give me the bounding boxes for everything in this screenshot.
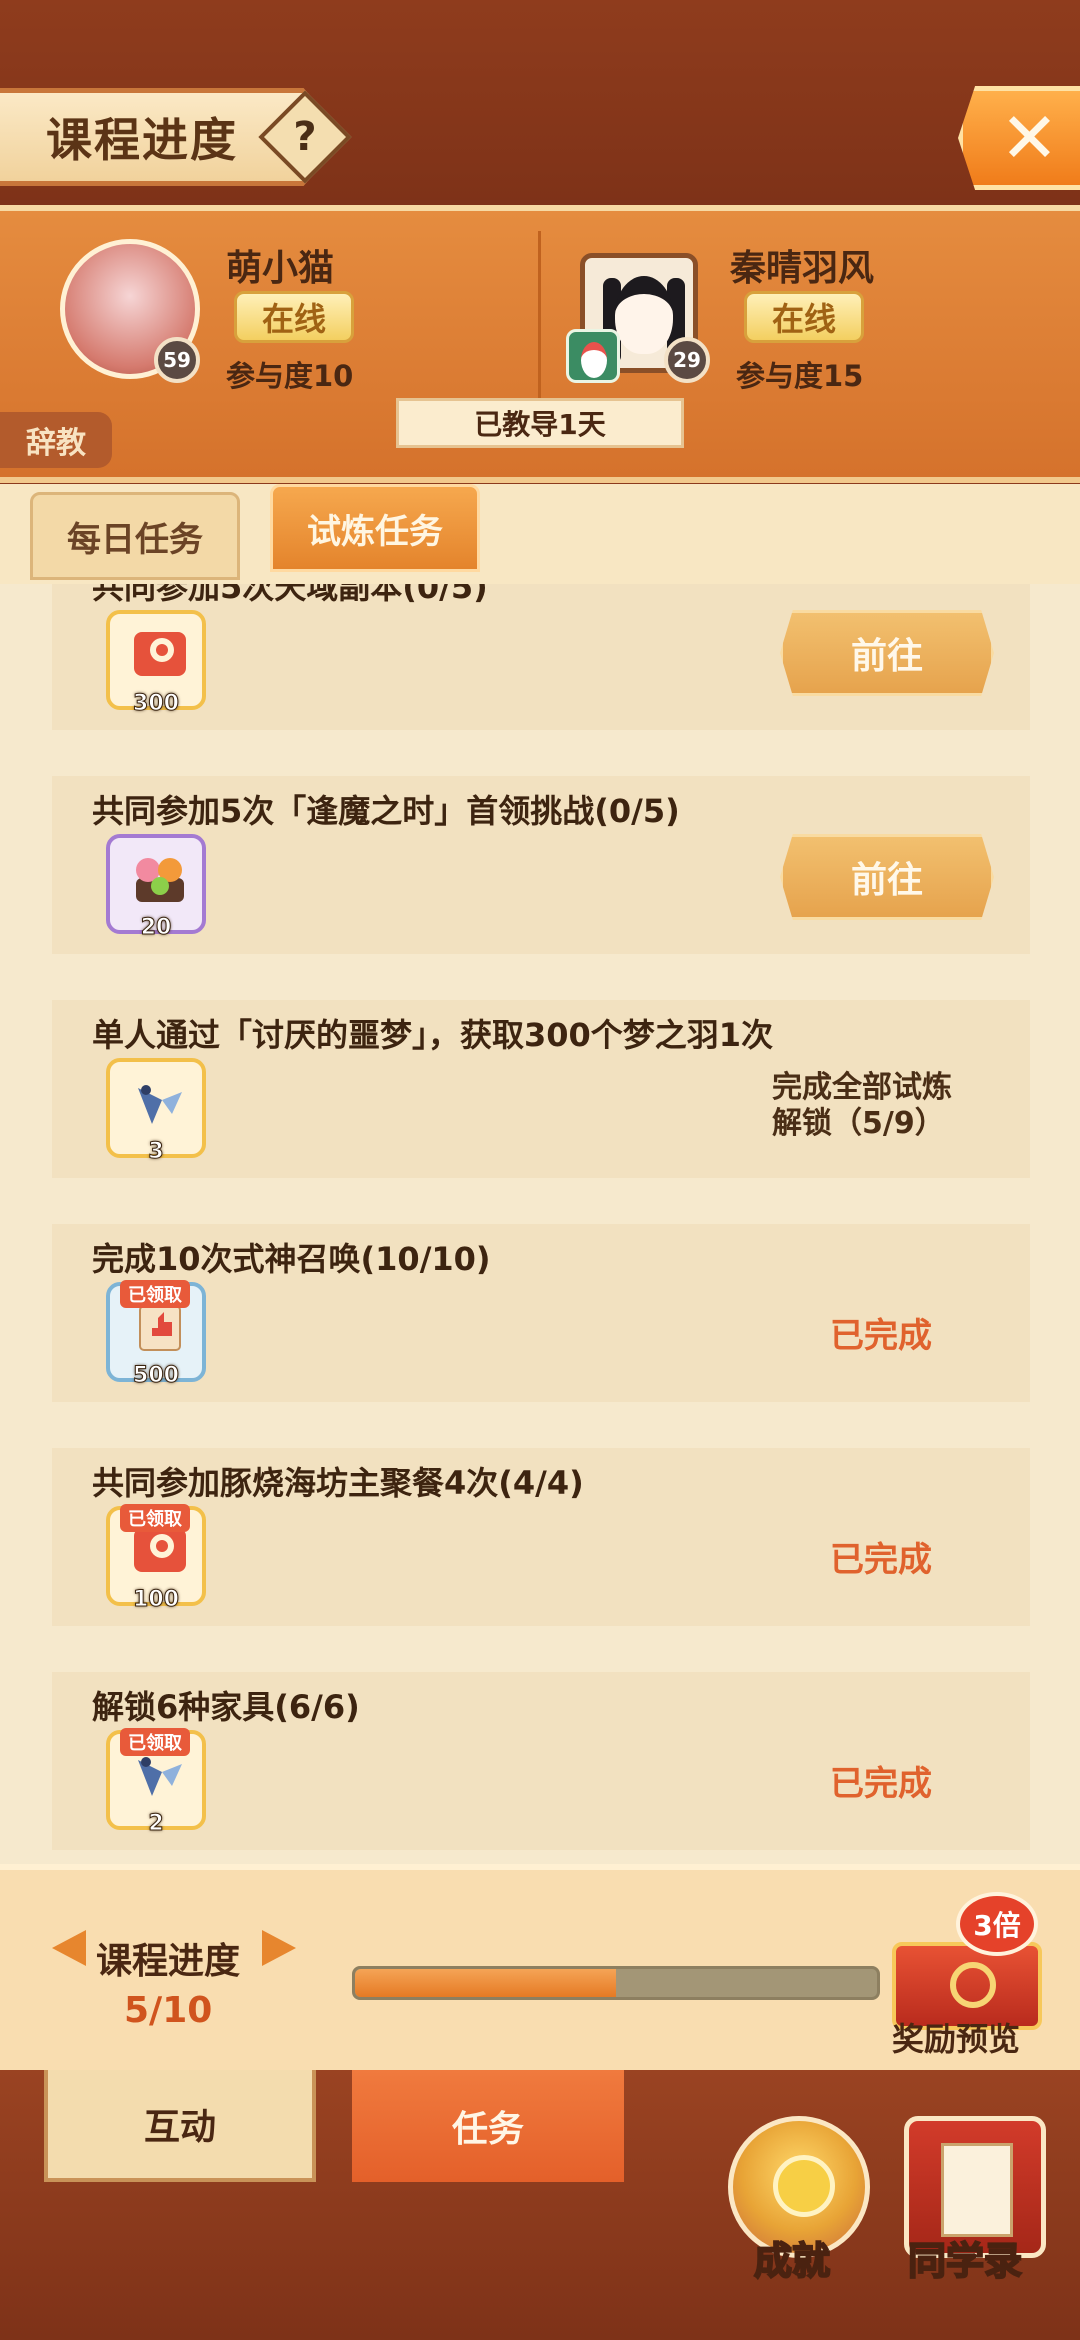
progress-bar-fill xyxy=(355,1969,616,1997)
task-card: 共同参加豚烧海坊主聚餐4次(4/4) 已领取 100 已完成 xyxy=(52,1448,1030,1626)
task-title: 解锁6种家具(6/6) xyxy=(92,1688,360,1726)
locked-status: 完成全部试炼 解锁（5/9） xyxy=(772,1070,952,1142)
classmate-book-label[interactable]: 同学录 xyxy=(907,2230,1023,2285)
claimed-tag: 已领取 xyxy=(120,1280,190,1308)
task-tabs: 每日任务 试炼任务 xyxy=(0,484,1080,584)
flower-box-icon xyxy=(136,858,184,902)
reward-item[interactable]: 300 xyxy=(106,610,206,717)
reward-quantity: 20 xyxy=(140,915,172,941)
reward-item[interactable]: 3 xyxy=(106,1058,206,1165)
level-badge-student-2: 29 xyxy=(664,337,710,383)
close-icon: ✕ xyxy=(1000,97,1059,179)
reward-quantity: 500 xyxy=(133,1363,180,1389)
student-2-participation: 参与度15 xyxy=(736,359,864,393)
task-card: 共同参加5次「逢魔之时」首领挑战(0/5) 20 前往 xyxy=(52,776,1030,954)
task-card: 单人通过「讨厌的噩梦」，获取300个梦之羽1次 3 完成全部试炼 解锁（5/9） xyxy=(52,1000,1030,1178)
reward-quantity: 2 xyxy=(148,1811,164,1837)
tab-trial-tasks[interactable]: 试炼任务 xyxy=(270,484,480,572)
student-2-name: 秦晴羽风 xyxy=(730,248,875,289)
go-button[interactable]: 前往 xyxy=(780,834,994,920)
task-card: 完成10次式神召唤(10/10) 已领取 500 已完成 xyxy=(52,1224,1030,1402)
level-badge-student-1: 59 xyxy=(154,337,200,383)
page-title: 课程进度 xyxy=(46,113,238,167)
task-title: 完成10次式神召唤(10/10) xyxy=(92,1240,491,1278)
go-button[interactable]: 前往 xyxy=(780,610,994,696)
completed-status: 已完成 xyxy=(830,1316,932,1356)
help-icon: ? xyxy=(293,114,317,160)
reward-quantity: 300 xyxy=(133,691,180,717)
quit-teaching-button[interactable]: 辞教 xyxy=(0,412,112,468)
task-title: 共同参加5次天域副本(0/5) xyxy=(92,584,488,606)
pet-icon xyxy=(566,329,620,383)
magatama-icon xyxy=(134,632,186,676)
reward-item[interactable]: 已领取 100 xyxy=(106,1504,206,1613)
task-title: 单人通过「讨厌的噩梦」，获取300个梦之羽1次 xyxy=(92,1016,774,1054)
reward-quantity: 3 xyxy=(148,1139,164,1165)
locked-status-line: 完成全部试炼 xyxy=(772,1070,952,1105)
reward-quantity: 100 xyxy=(133,1587,180,1613)
tab-task[interactable]: 任务 xyxy=(352,2070,624,2182)
reward-preview-label[interactable]: 奖励预览 xyxy=(892,2014,1020,2060)
course-progress: 课程进度 5/10 3倍 奖励预览 xyxy=(0,1864,1080,2070)
task-title: 共同参加豚烧海坊主聚餐4次(4/4) xyxy=(92,1464,584,1502)
task-list[interactable]: 共同参加5次天域副本(0/5) 300 前往 共同参加5次「逢魔之时」首领挑战(… xyxy=(0,584,1080,1864)
progress-label: 课程进度 xyxy=(96,1941,241,1982)
days-taught: 已教导1天 xyxy=(396,398,684,448)
task-card: 共同参加5次天域副本(0/5) 300 前往 xyxy=(52,584,1030,730)
task-title: 共同参加5次「逢魔之时」首领挑战(0/5) xyxy=(92,792,680,830)
student-1-name: 萌小猫 xyxy=(226,248,335,289)
arrow-left-icon xyxy=(52,1930,86,1966)
multiplier-badge: 3倍 xyxy=(956,1892,1038,1956)
tab-daily-tasks[interactable]: 每日任务 xyxy=(30,492,240,580)
progress-value: 5/10 xyxy=(124,1990,213,2031)
reward-item[interactable]: 已领取 2 xyxy=(106,1728,206,1837)
completed-status: 已完成 xyxy=(830,1764,932,1804)
avatar-face xyxy=(615,276,673,354)
student-1-status: 在线 xyxy=(234,291,354,343)
student-1-participation: 参与度10 xyxy=(226,359,354,393)
locked-status-progress: 解锁（5/9） xyxy=(772,1106,945,1141)
top-bar: 课程进度 ? ✕ xyxy=(0,0,1080,205)
close-button[interactable]: ✕ xyxy=(958,86,1080,190)
progress-bar xyxy=(352,1966,880,2000)
tab-interact[interactable]: 互动 xyxy=(44,2070,316,2182)
student-2-status: 在线 xyxy=(744,291,864,343)
arrow-right-icon xyxy=(262,1930,296,1966)
bottom-bar: 互动 任务 成就 同学录 xyxy=(0,2070,1080,2340)
reward-item[interactable]: 20 xyxy=(106,834,206,941)
completed-status: 已完成 xyxy=(830,1540,932,1580)
task-card: 解锁6种家具(6/6) 已领取 2 已完成 xyxy=(52,1672,1030,1850)
achievement-label[interactable]: 成就 xyxy=(753,2230,831,2285)
claimed-tag: 已领取 xyxy=(120,1728,190,1756)
bird-icon xyxy=(138,1085,182,1124)
reward-item[interactable]: 已领取 500 xyxy=(106,1280,206,1389)
claimed-tag: 已领取 xyxy=(120,1504,190,1532)
